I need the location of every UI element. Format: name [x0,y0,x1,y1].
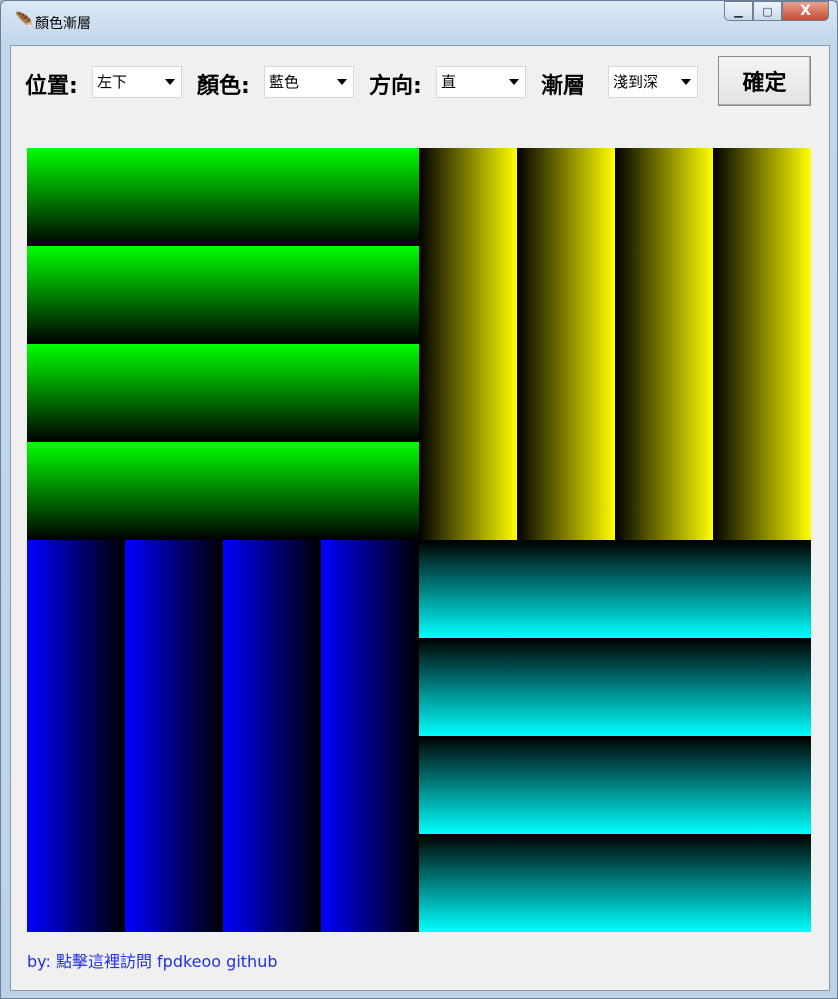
gradient-label: 漸層 [541,74,586,99]
github-link[interactable]: by: 點擊這裡訪問 fpdkeoo github [27,948,278,972]
quadrant-top-right-yellow [419,148,811,540]
position-label: 位置: [25,74,78,99]
quadrant-bottom-left-blue [27,540,419,932]
gradient-strip [419,638,811,736]
gradient-strip [419,736,811,834]
maximize-button[interactable]: ▢ [753,1,782,21]
gradient-strip [27,246,419,344]
gradient-strip [27,344,419,442]
app-window: 🪶 顏色漸層 ▁ ▢ X 位置: 左下 顏色: 藍色 方向: 直 漸層 淺到深 … [0,0,838,999]
gradient-strip [27,442,419,540]
chevron-down-icon [509,79,519,85]
minimize-button[interactable]: ▁ [724,1,753,21]
gradient-strip [419,834,811,932]
color-value: 藍色 [269,73,300,91]
gradient-strip [517,148,615,540]
client-area: 位置: 左下 顏色: 藍色 方向: 直 漸層 淺到深 確定 by: 點擊這裡訪問… [10,45,830,991]
gradient-strip [223,540,321,932]
feather-icon: 🪶 [15,11,35,30]
gradient-strip [27,540,125,932]
confirm-button[interactable]: 確定 [718,56,811,106]
window-title: 顏色漸層 [35,16,91,32]
quadrant-top-left-green [27,148,419,540]
chevron-down-icon [165,79,175,85]
chevron-down-icon [681,79,691,85]
direction-label: 方向: [369,74,422,99]
close-button[interactable]: X [782,1,829,21]
gradient-strip [419,540,811,638]
gradient-strip [125,540,223,932]
title-bar: 🪶 顏色漸層 ▁ ▢ X [1,1,837,41]
gradient-strip [713,148,811,540]
quadrant-bottom-right-cyan [419,540,811,932]
gradient-strip [27,148,419,246]
gradient-strip [615,148,713,540]
color-select[interactable]: 藍色 [264,66,354,98]
direction-value: 直 [441,73,457,91]
gradient-strip [419,148,517,540]
gradient-select[interactable]: 淺到深 [608,66,698,98]
gradient-value: 淺到深 [613,73,659,91]
chevron-down-icon [337,79,347,85]
gradient-strip [321,540,419,932]
color-label: 顏色: [197,74,250,99]
toolbar: 位置: 左下 顏色: 藍色 方向: 直 漸層 淺到深 確定 [11,46,829,116]
position-select[interactable]: 左下 [92,66,182,98]
position-value: 左下 [97,73,128,91]
gradient-canvas [27,148,811,932]
direction-select[interactable]: 直 [436,66,526,98]
